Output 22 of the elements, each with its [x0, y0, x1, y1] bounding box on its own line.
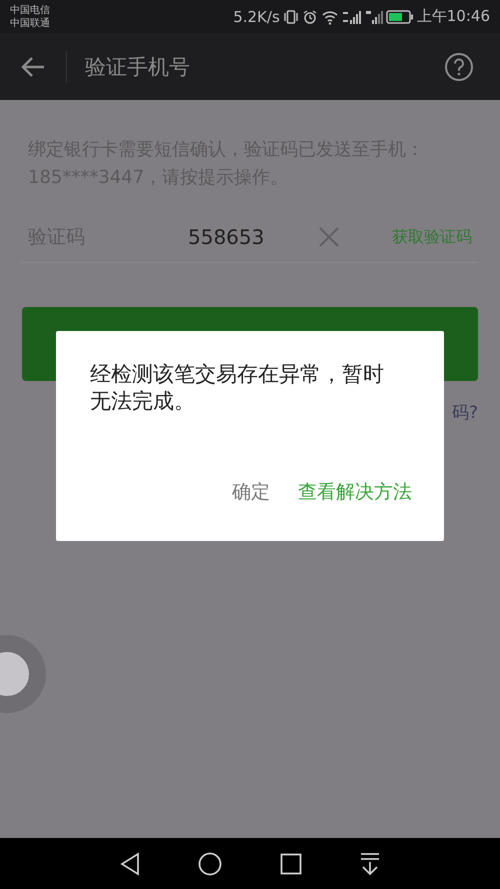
clock-time: 上午10:46 — [416, 7, 490, 26]
wifi-icon — [320, 8, 339, 24]
carrier-name: 中国联通 — [10, 16, 50, 30]
code-input-field[interactable]: 558653 — [188, 225, 318, 249]
vibrate-icon — [282, 8, 299, 24]
help-icon[interactable] — [444, 52, 474, 82]
help-link[interactable]: 码? — [452, 401, 478, 424]
page-title: 验证手机号 — [85, 54, 191, 80]
carrier-name: 中国电信 — [10, 4, 50, 16]
signal-icon — [364, 8, 383, 24]
dialog-button[interactable]: 确定 — [230, 475, 272, 509]
back-arrow-icon[interactable] — [20, 56, 46, 78]
back-icon[interactable] — [118, 852, 141, 876]
pull-down-icon[interactable] — [359, 852, 382, 876]
dialog-button[interactable]: 查看解决方法 — [296, 475, 414, 509]
signal-icon — [342, 8, 362, 24]
recents-icon[interactable] — [280, 852, 302, 874]
battery-icon — [386, 10, 414, 24]
network-speed: 5.2K/s — [233, 8, 280, 26]
dialog-message: 经检测该笔交易存在异常，暂时无法完成。 — [90, 361, 385, 415]
home-icon[interactable] — [198, 852, 222, 876]
alarm-icon — [302, 8, 318, 24]
